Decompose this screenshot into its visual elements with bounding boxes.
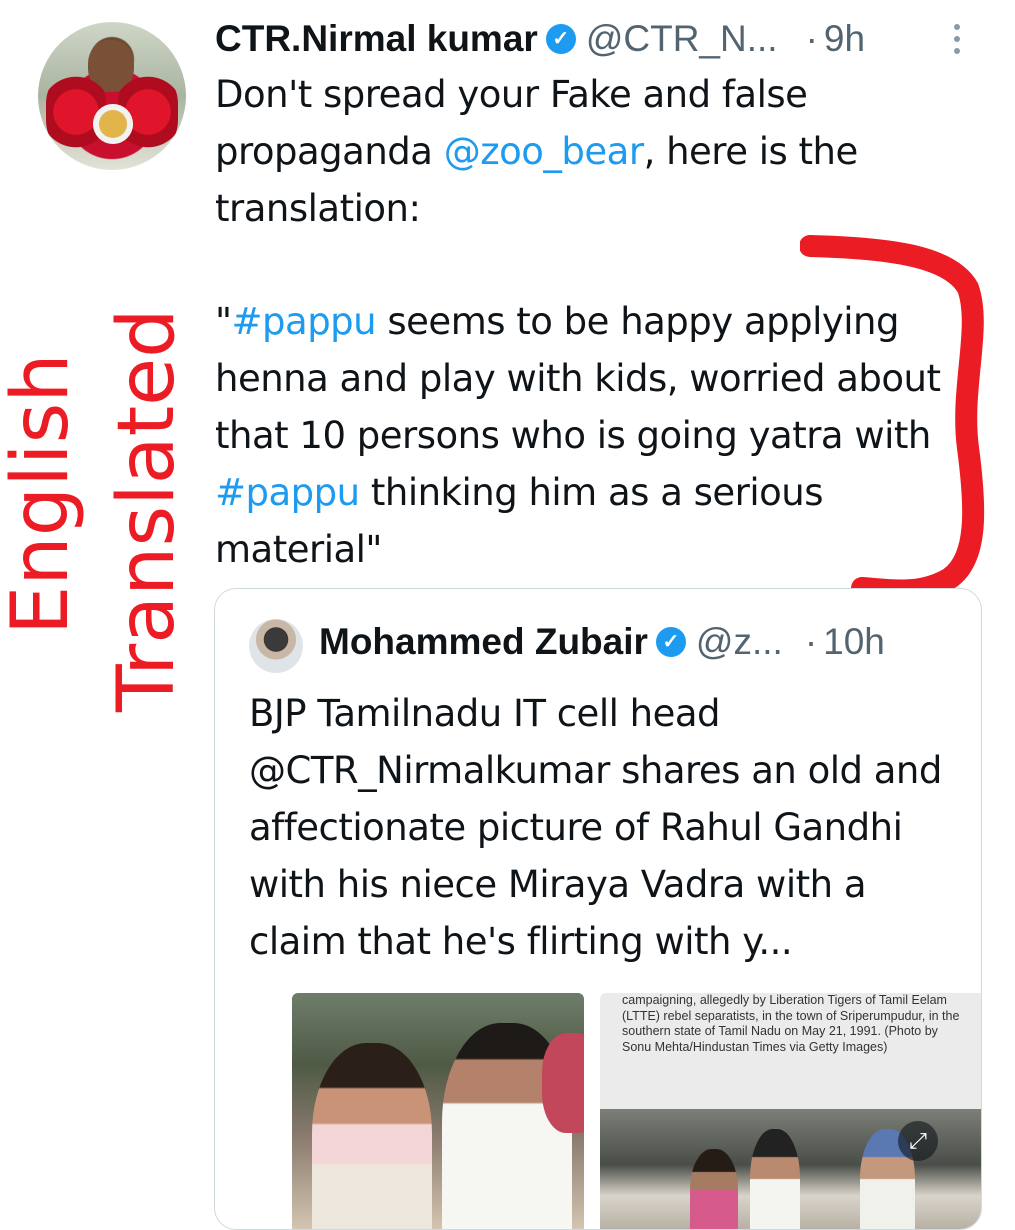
media-caption: campaigning, allegedly by Liberation Tig…: [622, 993, 960, 1054]
tweet-paragraph-1: Don't spread your Fake and false propaga…: [215, 66, 975, 237]
expand-icon[interactable]: ⤢: [898, 1121, 938, 1161]
verified-badge-icon: ✓: [545, 24, 576, 54]
author-handle[interactable]: @CTR_N...: [586, 18, 778, 60]
media-photo-2[interactable]: campaigning, allegedly by Liberation Tig…: [600, 993, 981, 1229]
quoted-tweet-timestamp[interactable]: 10h: [823, 621, 885, 663]
separator-dot: ·: [804, 621, 818, 662]
tweet-header: CTR.Nirmal kumar ✓ @CTR_N... · 9h: [215, 14, 865, 64]
quoted-tweet-media[interactable]: campaigning, allegedly by Liberation Tig…: [215, 993, 981, 1229]
photo-background-figure: [542, 1033, 584, 1133]
more-vertical-icon[interactable]: [952, 24, 962, 54]
tweet-link[interactable]: #pappu: [215, 471, 360, 514]
quoted-author-name[interactable]: Mohammed Zubair: [319, 621, 648, 663]
annotation-line-translated: Translated: [102, 308, 192, 712]
annotation-label: English Translated: [0, 240, 200, 720]
quoted-tweet-text: BJP Tamilnadu IT cell head @CTR_Nirmalku…: [249, 692, 942, 963]
quoted-tweet-header: Mohammed Zubair ✓ @z... · 10h: [319, 621, 885, 663]
tweet-paragraph-2: "#pappu seems to be happy applying henna…: [215, 293, 975, 578]
tweet-link[interactable]: @zoo_bear: [444, 130, 644, 173]
photo-person-girl: [690, 1149, 738, 1229]
avatar-pot: [93, 104, 133, 144]
verified-badge-icon: ✓: [655, 627, 686, 657]
author-avatar[interactable]: [38, 22, 186, 170]
author-name[interactable]: CTR.Nirmal kumar: [215, 18, 538, 60]
annotation-line-english: English: [0, 353, 86, 635]
quoted-tweet-card[interactable]: Mohammed Zubair ✓ @z... · 10h BJP Tamiln…: [214, 588, 982, 1230]
photo-person-girl: [312, 1043, 432, 1229]
quoted-author-avatar[interactable]: [249, 619, 303, 673]
separator-dot: ·: [805, 18, 818, 59]
tweet-timestamp[interactable]: 9h: [824, 18, 865, 60]
tweet-text-segment: ": [215, 300, 232, 343]
quoted-author-handle[interactable]: @z...: [696, 621, 783, 663]
tweet-link[interactable]: #pappu: [232, 300, 377, 343]
media-photo-1[interactable]: [292, 993, 584, 1229]
photo-person-man: [750, 1129, 800, 1229]
tweet-text: Don't spread your Fake and false propaga…: [215, 66, 975, 578]
